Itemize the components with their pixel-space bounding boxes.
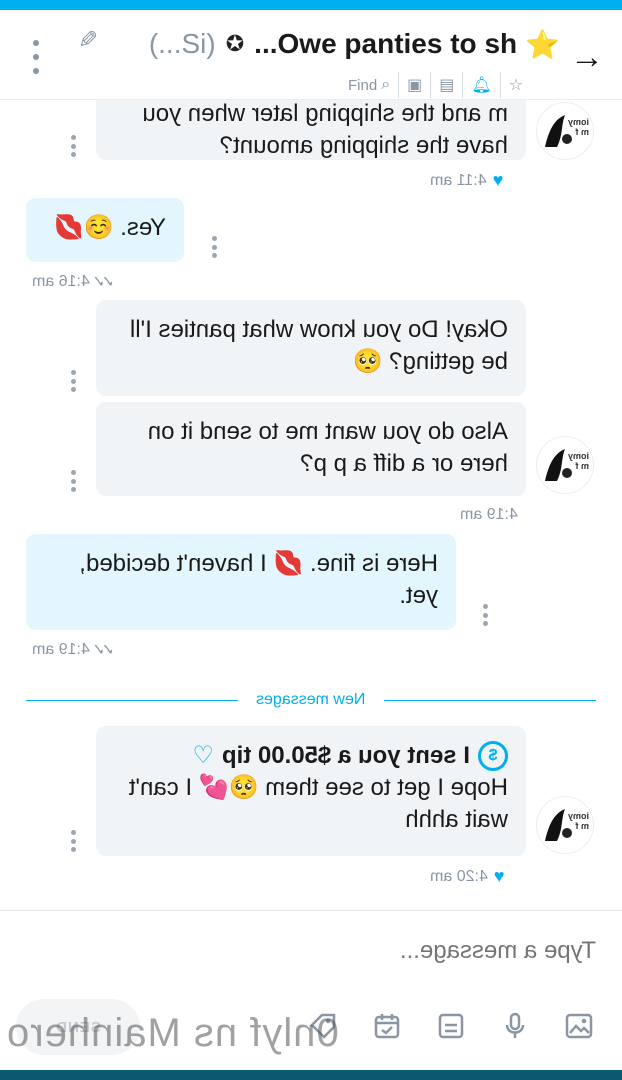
tip-heart-icon[interactable]: ♡: [192, 740, 214, 772]
message-text: Okay! Do you know what panties I'll be g…: [129, 316, 508, 375]
message-bubble[interactable]: Okay! Do you know what panties I'll be g…: [96, 300, 526, 396]
message-text: Here is fine. 💋 I haven't decided, yet.: [79, 550, 438, 609]
favorite-star-icon[interactable]: ☆: [499, 72, 531, 98]
header-actions: ☆ 🔔︎ ▤ ▣ ⌕ Find: [340, 72, 531, 98]
avatar[interactable]: iomy m f: [536, 436, 594, 494]
message-bubble[interactable]: Also do you want me to send it on here o…: [96, 402, 526, 496]
mic-icon[interactable]: [498, 1009, 532, 1043]
message-bubble[interactable]: Here is fine. 💋 I haven't decided, yet.: [26, 534, 456, 630]
message-more-icon[interactable]: [71, 370, 77, 392]
vault-icon[interactable]: [434, 1009, 468, 1043]
message-more-icon[interactable]: [212, 236, 218, 258]
pencil-icon[interactable]: ✎: [78, 26, 98, 55]
message-time: ✓✓ 4:19 am: [32, 641, 115, 659]
verified-icon: ✪: [225, 31, 245, 56]
liked-heart-icon[interactable]: ♥: [493, 170, 504, 191]
read-checks-icon: ✓✓: [95, 274, 115, 291]
chat-icon[interactable]: ▤: [430, 72, 462, 98]
message-more-icon[interactable]: [483, 604, 489, 626]
find-button[interactable]: ⌕ Find: [340, 72, 398, 98]
read-checks-icon: ✓✓: [95, 642, 115, 659]
message-text: m and the shipping later when you have t…: [142, 100, 508, 159]
top-accent-strip: [0, 0, 622, 10]
message-more-icon[interactable]: [71, 830, 77, 852]
chat-title-row[interactable]: ⭐ Owe panties to sh... ✪ (Si...): [120, 24, 560, 64]
message-text: Hope I get to see them 🥺💕 I can't wait a…: [128, 774, 508, 833]
avatar[interactable]: iomy m f: [536, 102, 594, 160]
message-bubble[interactable]: m and the shipping later when you have t…: [96, 100, 526, 160]
message-input[interactable]: [28, 929, 596, 973]
avatar-label: iomy m f: [567, 451, 589, 471]
chat-title: Owe panties to sh...: [254, 28, 518, 59]
tip-line: $ I sent you a $50.00 tip ♡: [114, 740, 508, 772]
chat-header: ✎ ⭐ Owe panties to sh... ✪ (Si...) ← ☆ 🔔…: [0, 10, 622, 100]
watermark-text: 0nlyf ns Mainhero: [6, 1011, 339, 1055]
bottom-system-bar: [0, 1070, 622, 1080]
dollar-icon: $: [478, 741, 508, 771]
gallery-icon[interactable]: [562, 1009, 596, 1043]
find-label: Find: [348, 76, 378, 94]
avatar-label: iomy m f: [567, 117, 589, 137]
message-text: Yes. ☺️💋: [53, 214, 166, 241]
message-time: 4:19 am: [460, 506, 518, 523]
message-more-icon[interactable]: [71, 470, 77, 492]
star-icon: ⭐: [525, 28, 560, 60]
chat-area[interactable]: m and the shipping later when you have t…: [0, 100, 622, 910]
bell-icon[interactable]: 🔔︎: [462, 72, 499, 98]
message-time: ✓✓ 4:16 am: [32, 273, 115, 291]
message-more-icon[interactable]: [71, 135, 77, 157]
calendar-icon[interactable]: [370, 1009, 404, 1043]
back-arrow-icon[interactable]: ←: [570, 38, 604, 77]
message-composer: SEND 0nlyf ns Mainhero: [0, 910, 622, 1070]
avatar[interactable]: iomy m f: [536, 796, 594, 854]
new-messages-divider: New messages: [26, 690, 596, 710]
message-time: ♥ 4:20 am: [430, 866, 505, 887]
message-text: Also do you want me to send it on here o…: [147, 418, 508, 477]
liked-heart-icon[interactable]: ♥: [494, 866, 505, 887]
tip-message-bubble[interactable]: $ I sent you a $50.00 tip ♡ Hope I get t…: [96, 726, 526, 856]
find-icon: ⌕: [381, 76, 391, 93]
avatar-label: iomy m f: [567, 811, 589, 831]
image-icon[interactable]: ▣: [398, 72, 430, 98]
divider-label: New messages: [256, 691, 366, 708]
header-more-icon[interactable]: [28, 40, 44, 74]
message-time: ♥ 4:11 am: [430, 170, 504, 191]
message-bubble[interactable]: Yes. ☺️💋: [26, 198, 184, 262]
tip-text: I sent you a $50.00 tip: [221, 742, 470, 769]
chat-subtitle: (Si...): [148, 28, 216, 59]
